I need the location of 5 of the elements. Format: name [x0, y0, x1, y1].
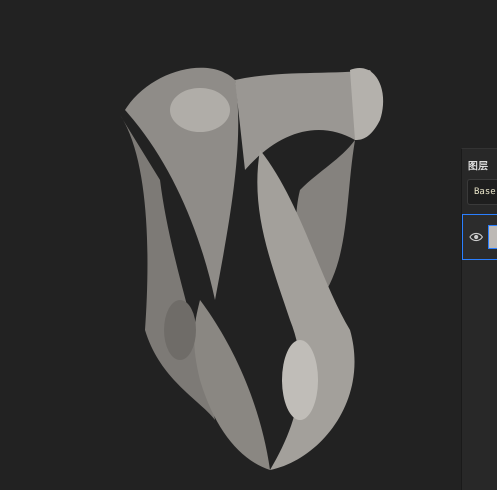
layer-row[interactable] [462, 214, 497, 260]
eye-icon[interactable] [469, 232, 484, 242]
layer-thumbnail [488, 225, 497, 249]
panel-title: 图层 [467, 160, 488, 174]
blend-mode-dropdown[interactable]: Base [467, 179, 497, 205]
